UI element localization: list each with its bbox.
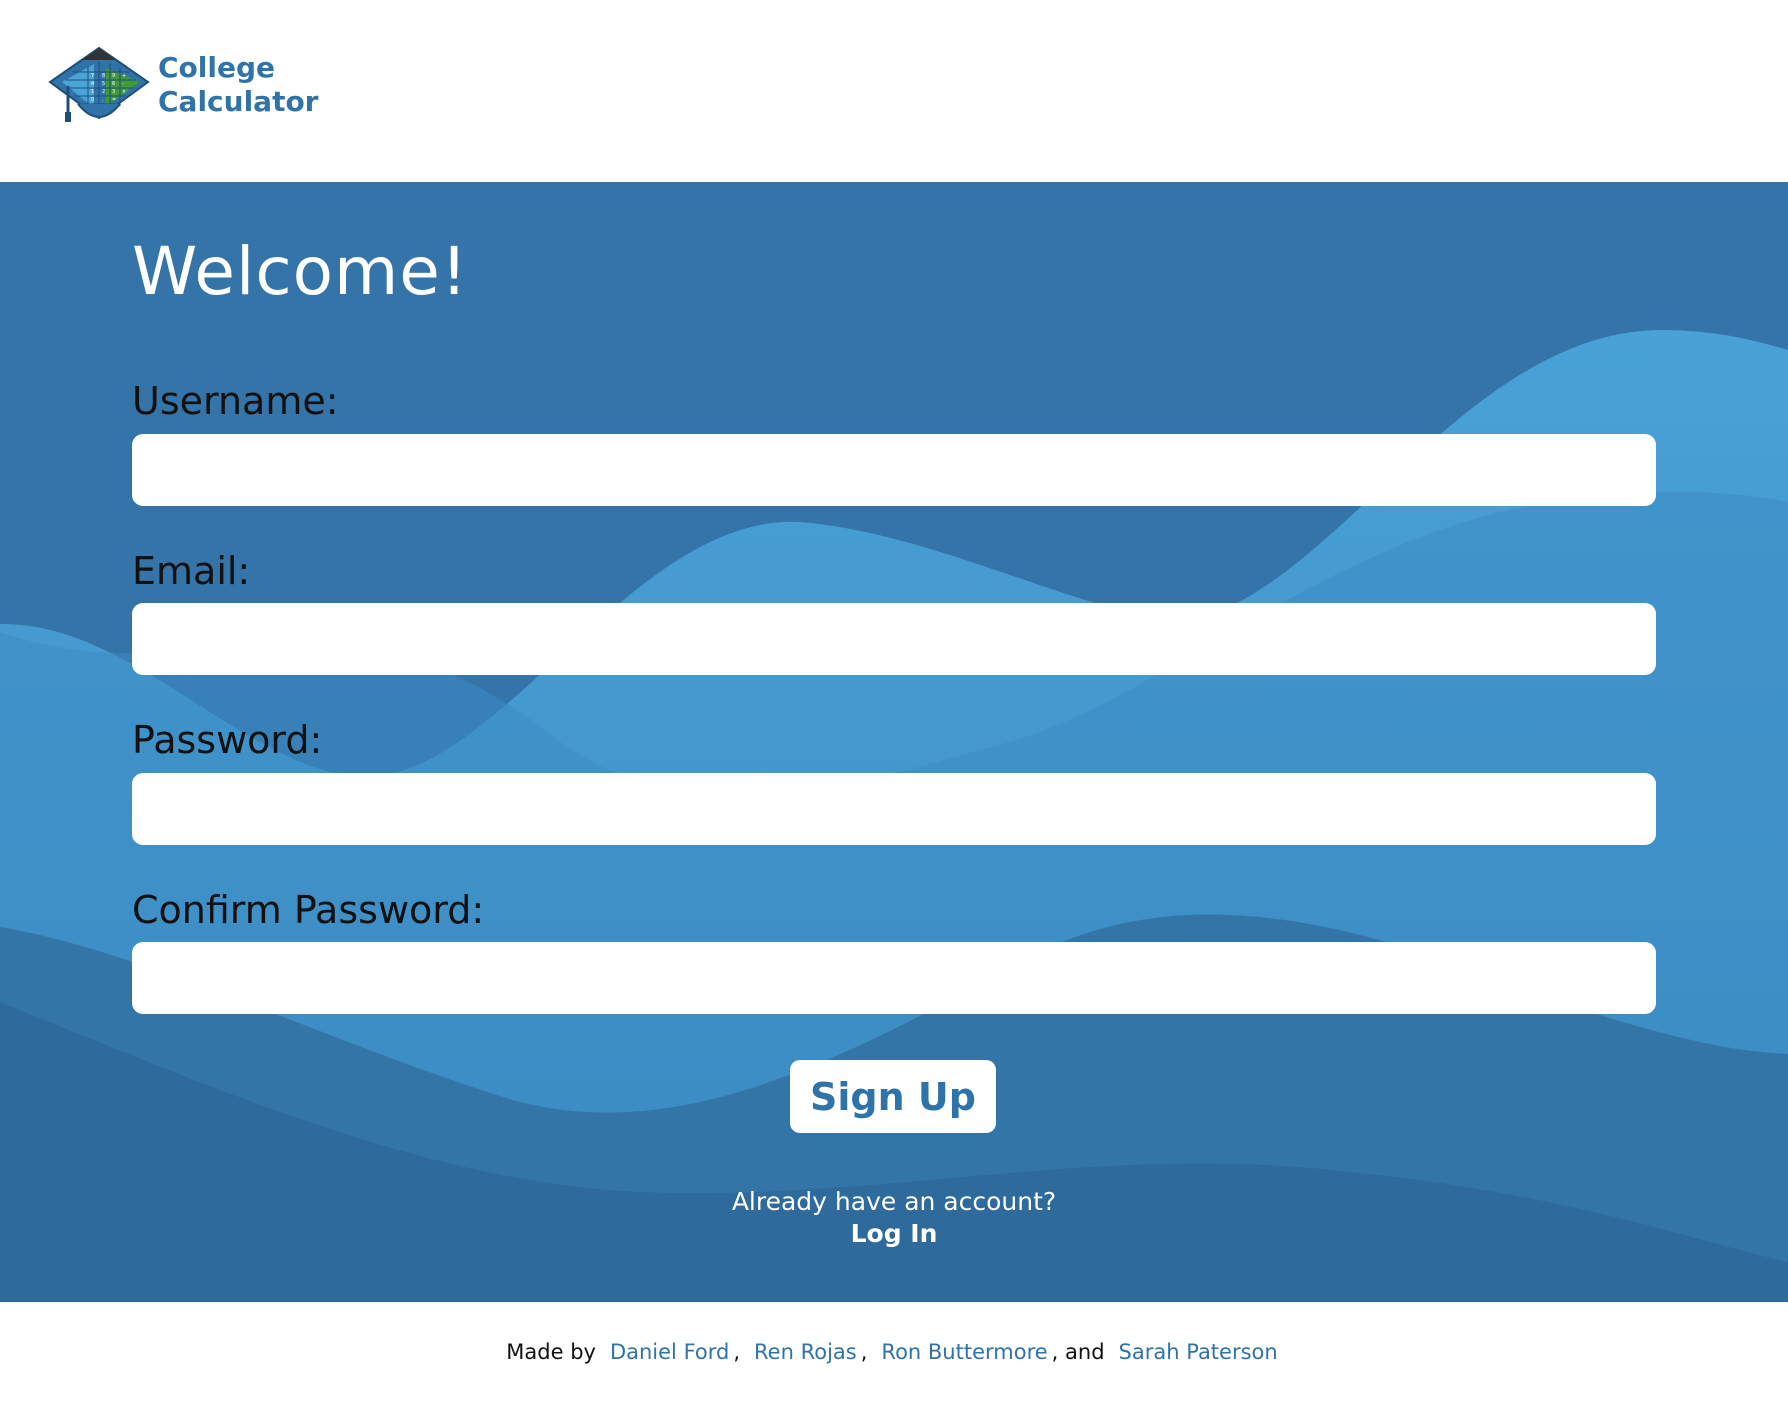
already-have-account-text: Already have an account?: [731, 1187, 1057, 1216]
svg-text:5: 5: [102, 81, 105, 87]
brand-logo-link[interactable]: 7 8 9 + 456- 1 2 3 × 0. = College Calculator: [48, 46, 319, 124]
svg-text:9: 9: [112, 73, 115, 79]
separator-comma: ,: [733, 1340, 741, 1364]
svg-text:7: 7: [91, 73, 94, 79]
svg-text:+: +: [122, 73, 126, 79]
site-header: 7 8 9 + 456- 1 2 3 × 0. = College Calculator: [0, 0, 1788, 182]
svg-text:0: 0: [91, 97, 94, 103]
signup-hero: Welcome! Username: Email: Password: Conf…: [0, 182, 1788, 1302]
sign-up-button[interactable]: Sign Up: [790, 1060, 996, 1133]
svg-text:4: 4: [91, 81, 94, 87]
svg-text:2: 2: [102, 89, 105, 95]
svg-text:8: 8: [102, 73, 105, 79]
email-input[interactable]: [132, 603, 1656, 675]
svg-text:-: -: [122, 81, 124, 87]
confirm-password-label: Confirm Password:: [132, 888, 485, 932]
svg-text:1: 1: [91, 89, 94, 95]
author-link-daniel-ford[interactable]: Daniel Ford: [610, 1340, 729, 1364]
svg-text:6: 6: [112, 81, 115, 87]
site-footer: Made by Daniel Ford, Ren Rojas, Ron Butterm…: [0, 1302, 1788, 1416]
page-title: Welcome!: [132, 233, 469, 310]
log-in-link[interactable]: Log In: [851, 1219, 938, 1248]
password-label: Password:: [132, 718, 323, 762]
svg-text:=: =: [112, 97, 116, 103]
author-link-sarah-paterson[interactable]: Sarah Paterson: [1119, 1340, 1278, 1364]
credits-line: Made by Daniel Ford, Ren Rojas, Ron Butterm…: [0, 1338, 1788, 1366]
brand-name-line2: Calculator: [158, 85, 319, 118]
password-input[interactable]: [132, 773, 1656, 845]
username-input[interactable]: [132, 434, 1656, 506]
svg-text:×: ×: [122, 89, 126, 95]
brand-name: College Calculator: [158, 51, 319, 119]
svg-text:3: 3: [112, 89, 115, 95]
brand-name-line1: College: [158, 51, 276, 84]
separator-and: , and: [1051, 1340, 1105, 1364]
author-link-ren-rojas[interactable]: Ren Rojas: [754, 1340, 857, 1364]
graduation-cap-calculator-icon: 7 8 9 + 456- 1 2 3 × 0. =: [48, 46, 150, 124]
confirm-password-input[interactable]: [132, 942, 1656, 1014]
email-label: Email:: [132, 549, 251, 593]
separator-comma: ,: [860, 1340, 868, 1364]
made-by-text: Made by: [506, 1340, 596, 1364]
login-link-row: Log In: [0, 1218, 1788, 1250]
username-label: Username:: [132, 379, 339, 423]
author-link-ron-buttermore[interactable]: Ron Buttermore: [881, 1340, 1047, 1364]
